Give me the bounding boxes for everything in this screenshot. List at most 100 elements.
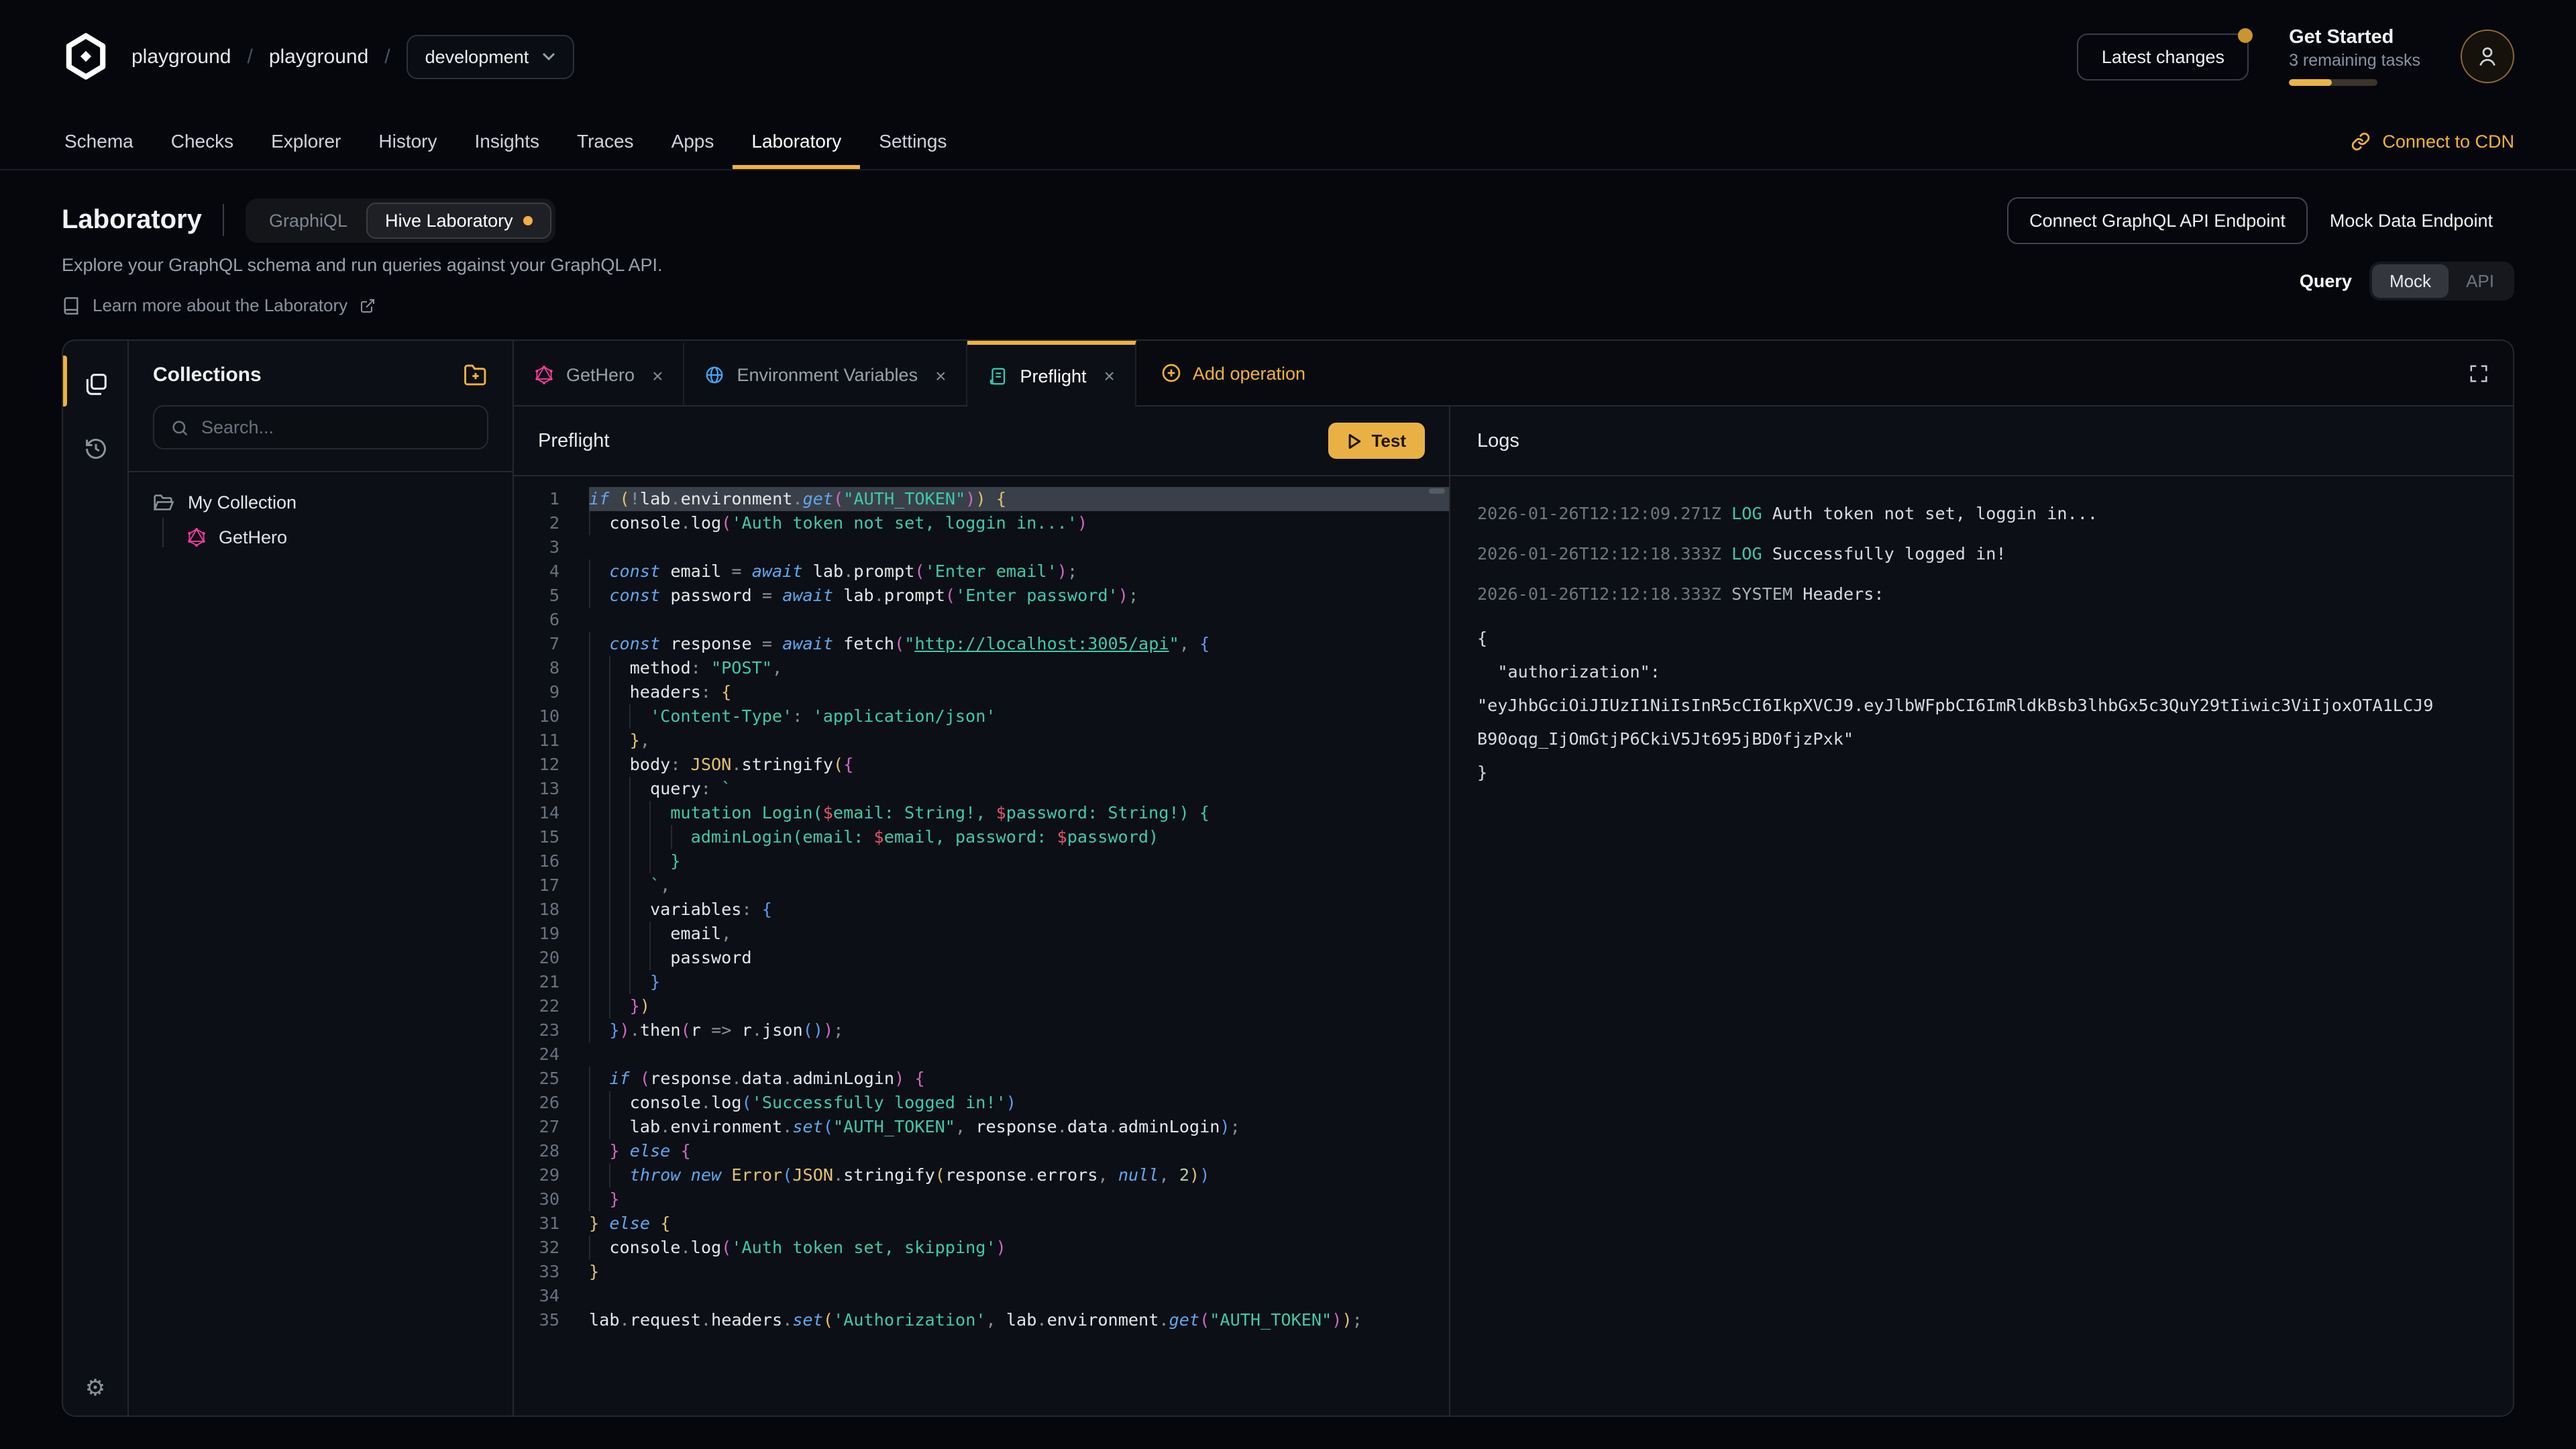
main-nav: SchemaChecksExplorerHistoryInsightsTrace… xyxy=(0,113,2576,170)
code-line[interactable]: 23}).then(r => r.json()); xyxy=(514,1018,1449,1042)
page-title: Laboratory xyxy=(62,205,202,235)
code-line[interactable]: 13query: ` xyxy=(514,777,1449,801)
code-line[interactable]: 35lab.request.headers.set('Authorization… xyxy=(514,1308,1449,1332)
history-icon xyxy=(83,435,108,461)
breadcrumb-org[interactable]: playground xyxy=(131,45,231,68)
hive-logo-icon[interactable] xyxy=(62,32,110,80)
code-line[interactable]: 34 xyxy=(514,1284,1449,1308)
connect-endpoint-button[interactable]: Connect GraphQL API Endpoint xyxy=(2006,197,2308,244)
code-line[interactable]: 15adminLogin(email: $email, password: $p… xyxy=(514,825,1449,849)
nav-tab-explorer[interactable]: Explorer xyxy=(252,113,360,169)
nav-tab-traces[interactable]: Traces xyxy=(558,113,653,169)
collection-folder-label: My Collection xyxy=(188,492,297,513)
collections-search-input[interactable]: Search... xyxy=(153,405,488,449)
code-line[interactable]: 26console.log('Successfully logged in!') xyxy=(514,1091,1449,1115)
close-tab-icon[interactable]: × xyxy=(935,364,946,386)
new-folder-button[interactable] xyxy=(463,364,488,386)
test-button-label: Test xyxy=(1371,431,1406,451)
code-line[interactable]: 20password xyxy=(514,946,1449,970)
code-line[interactable]: 5const password = await lab.prompt('Ente… xyxy=(514,584,1449,608)
nav-tab-history[interactable]: History xyxy=(360,113,455,169)
collection-operation-gethero[interactable]: GetHero xyxy=(186,518,488,547)
latest-changes-button[interactable]: Latest changes xyxy=(2078,33,2249,80)
code-line[interactable]: 33} xyxy=(514,1260,1449,1284)
fullscreen-button[interactable] xyxy=(2445,341,2513,405)
code-line[interactable]: 14mutation Login($email: String!, $passw… xyxy=(514,801,1449,825)
target-select[interactable]: development xyxy=(407,34,575,78)
code-line[interactable]: 16} xyxy=(514,849,1449,873)
nav-tab-checks[interactable]: Checks xyxy=(152,113,252,169)
add-operation-button[interactable]: Add operation xyxy=(1136,341,1330,405)
history-rail-button[interactable] xyxy=(68,421,122,475)
code-line-content: } xyxy=(589,1187,1449,1212)
code-line[interactable]: 1if (!lab.environment.get("AUTH_TOKEN"))… xyxy=(514,487,1449,511)
collection-folder-my-collection[interactable]: My Collection xyxy=(153,492,488,513)
code-line[interactable]: 9headers: { xyxy=(514,680,1449,704)
code-line[interactable]: 27lab.environment.set("AUTH_TOKEN", resp… xyxy=(514,1115,1449,1139)
get-started-title: Get Started xyxy=(2289,27,2420,48)
collections-sidebar: Collections Search... xyxy=(129,341,514,1415)
line-number: 7 xyxy=(514,632,589,656)
breadcrumb-project[interactable]: playground xyxy=(269,45,368,68)
code-line[interactable]: 12body: JSON.stringify({ xyxy=(514,753,1449,777)
learn-more-link[interactable]: Learn more about the Laboratory xyxy=(62,295,2006,315)
code-editor[interactable]: 1if (!lab.environment.get("AUTH_TOKEN"))… xyxy=(514,476,1449,1415)
code-line[interactable]: 18variables: { xyxy=(514,898,1449,922)
code-line[interactable]: 19email, xyxy=(514,922,1449,946)
tab-environment-variables[interactable]: Environment Variables× xyxy=(684,341,967,405)
code-line-content: variables: { xyxy=(589,898,1449,922)
code-line-content: headers: { xyxy=(589,680,1449,704)
code-line[interactable]: 4const email = await lab.prompt('Enter e… xyxy=(514,559,1449,584)
mode-api[interactable]: API xyxy=(2449,264,2512,298)
line-number: 21 xyxy=(514,970,589,994)
code-line[interactable]: 10'Content-Type': 'application/json' xyxy=(514,704,1449,729)
code-line[interactable]: 6 xyxy=(514,608,1449,632)
code-line[interactable]: 2console.log('Auth token not set, loggin… xyxy=(514,511,1449,535)
editor-scrollbar-thumb[interactable] xyxy=(1429,488,1445,494)
connect-to-cdn-link[interactable]: Connect to CDN xyxy=(2334,113,2530,169)
code-line[interactable]: 25if (response.data.adminLogin) { xyxy=(514,1067,1449,1091)
code-line-content: } xyxy=(589,970,1449,994)
toggle-hive-laboratory[interactable]: Hive Laboratory xyxy=(366,202,552,238)
log-body-line: { xyxy=(1477,621,2513,655)
code-line[interactable]: 29throw new Error(JSON.stringify(respons… xyxy=(514,1163,1449,1187)
settings-gear-button[interactable]: ⚙ xyxy=(63,1375,127,1402)
logs-output[interactable]: 2026-01-26T12:12:09.271Z LOG Auth token … xyxy=(1450,476,2513,1415)
code-line[interactable]: 8method: "POST", xyxy=(514,656,1449,680)
code-line[interactable]: 28} else { xyxy=(514,1139,1449,1163)
user-avatar[interactable] xyxy=(2461,30,2514,83)
code-line[interactable]: 17`, xyxy=(514,873,1449,898)
mode-mock[interactable]: Mock xyxy=(2372,264,2449,298)
code-line[interactable]: 30} xyxy=(514,1187,1449,1212)
code-line[interactable]: 3 xyxy=(514,535,1449,559)
mock-endpoint-button[interactable]: Mock Data Endpoint xyxy=(2308,199,2514,243)
breadcrumb-separator: / xyxy=(384,45,390,68)
nav-tab-apps[interactable]: Apps xyxy=(653,113,733,169)
nav-tab-laboratory[interactable]: Laboratory xyxy=(733,113,860,169)
test-button[interactable]: Test xyxy=(1328,423,1425,459)
tab-gethero[interactable]: GetHero× xyxy=(514,341,684,405)
nav-tab-insights[interactable]: Insights xyxy=(456,113,559,169)
nav-tab-settings[interactable]: Settings xyxy=(860,113,965,169)
get-started-widget[interactable]: Get Started 3 remaining tasks xyxy=(2289,27,2420,86)
code-line[interactable]: 31} else { xyxy=(514,1212,1449,1236)
code-line[interactable]: 7const response = await fetch("http://lo… xyxy=(514,632,1449,656)
collections-rail-button[interactable] xyxy=(68,357,122,411)
folder-open-icon xyxy=(153,493,174,512)
code-line-content: throw new Error(JSON.stringify(response.… xyxy=(589,1163,1449,1187)
line-number: 29 xyxy=(514,1163,589,1187)
toggle-graphiql[interactable]: GraphiQL xyxy=(250,202,366,238)
link-icon xyxy=(2350,131,2370,151)
code-line[interactable]: 11}, xyxy=(514,729,1449,753)
line-number: 6 xyxy=(514,608,589,632)
code-line-content: 'Content-Type': 'application/json' xyxy=(589,704,1449,729)
tab-preflight[interactable]: Preflight× xyxy=(967,341,1136,407)
code-line[interactable]: 24 xyxy=(514,1042,1449,1067)
close-tab-icon[interactable]: × xyxy=(1104,365,1115,386)
close-tab-icon[interactable]: × xyxy=(652,364,663,386)
code-line-content xyxy=(589,608,1449,632)
code-line[interactable]: 32console.log('Auth token set, skipping'… xyxy=(514,1236,1449,1260)
code-line[interactable]: 22}) xyxy=(514,994,1449,1018)
code-line[interactable]: 21} xyxy=(514,970,1449,994)
nav-tab-schema[interactable]: Schema xyxy=(46,113,152,169)
